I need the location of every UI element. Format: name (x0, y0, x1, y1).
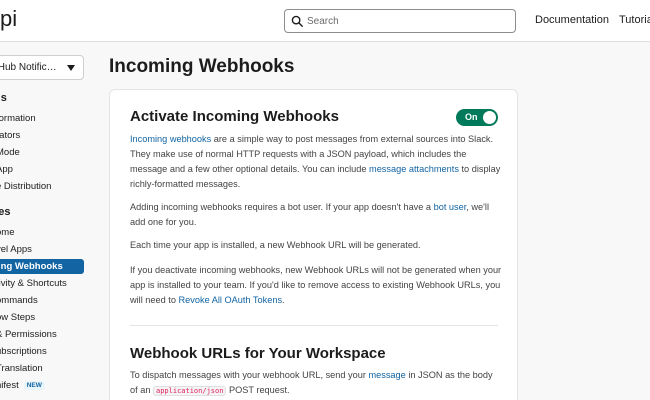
sidebar-item-install-app[interactable]: App (0, 162, 13, 177)
message-attachments-link[interactable]: message attachments (369, 164, 459, 174)
deactivate-text-end: . (282, 295, 285, 305)
chevron-down-icon (67, 65, 75, 71)
bot-user-text: Adding incoming webhooks requires a bot … (130, 202, 434, 212)
sidebar-item-slash-commands[interactable]: ommands (0, 293, 38, 308)
sidebar-item-incoming-webhooks[interactable]: ing Webhooks (0, 259, 84, 274)
activate-webhooks-toggle[interactable]: On (456, 109, 498, 126)
section-divider (130, 325, 498, 326)
sidebar-item-workflow-steps[interactable]: ow Steps (0, 310, 35, 325)
toggle-knob (483, 111, 496, 124)
sidebar-item-oauth-permissions[interactable]: & Permissions (0, 327, 57, 342)
bot-user-paragraph: Adding incoming webhooks requires a bot … (130, 200, 502, 230)
deactivate-paragraph: If you deactivate incoming webhooks, new… (130, 263, 502, 308)
sidebar-item-manage-distribution[interactable]: e Distribution (0, 179, 51, 194)
api-logo[interactable]: pi (0, 6, 17, 32)
revoke-tokens-link[interactable]: Revoke All OAuth Tokens (179, 295, 283, 305)
sidebar-item-event-subscriptions[interactable]: ubscriptions (0, 344, 47, 359)
webhooks-card: Activate Incoming Webhooks On Incoming w… (109, 89, 518, 400)
sidebar-item-collaborators[interactable]: rators (0, 128, 20, 143)
nav-tutorials[interactable]: Tutorials (619, 14, 650, 26)
search-box[interactable] (284, 9, 516, 33)
page-title: Incoming Webhooks (109, 56, 295, 77)
search-input[interactable] (307, 12, 507, 30)
sidebar-item-label: nifest (0, 380, 19, 391)
sidebar-item-user-id-translation[interactable]: Translation (0, 361, 43, 376)
webhooks-intro-paragraph: Incoming webhooks are a simple way to po… (130, 132, 502, 192)
webhook-url-generated-paragraph: Each time your app is installed, a new W… (130, 240, 421, 250)
dispatch-text: To dispatch messages with your webhook U… (130, 370, 369, 380)
new-badge: NEW (23, 381, 45, 390)
content-type-code: application/json (153, 386, 227, 396)
sidebar-item-interactivity-shortcuts[interactable]: tivity & Shortcuts (0, 276, 67, 291)
sidebar-section-settings: gs (0, 92, 7, 104)
bot-user-link[interactable]: bot user (434, 202, 467, 212)
sidebar-section-features: res (0, 206, 11, 218)
sidebar-item-app-level-apps[interactable]: vel Apps (0, 242, 32, 257)
search-icon (291, 15, 304, 28)
app-selector-label: tHub Notific… (0, 62, 57, 73)
sidebar-item-socket-mode[interactable]: Mode (0, 145, 20, 160)
sidebar-item-basic-information[interactable]: formation (0, 111, 36, 126)
nav-documentation[interactable]: Documentation (535, 14, 609, 26)
top-bar: pi Documentation Tutorials (0, 0, 650, 42)
app-selector[interactable]: tHub Notific… (0, 55, 84, 80)
dispatch-text-end: POST request. (226, 385, 290, 395)
activate-webhooks-heading: Activate Incoming Webhooks (130, 108, 339, 125)
webhook-urls-heading: Webhook URLs for Your Workspace (130, 345, 386, 362)
sidebar-item-app-home[interactable]: ome (0, 225, 14, 240)
incoming-webhooks-link[interactable]: Incoming webhooks (130, 134, 211, 144)
message-link[interactable]: message (368, 370, 405, 380)
dispatch-paragraph: To dispatch messages with your webhook U… (130, 368, 502, 399)
toggle-label: On (465, 112, 478, 122)
sidebar-item-app-manifest[interactable]: nifest NEW (0, 378, 45, 393)
